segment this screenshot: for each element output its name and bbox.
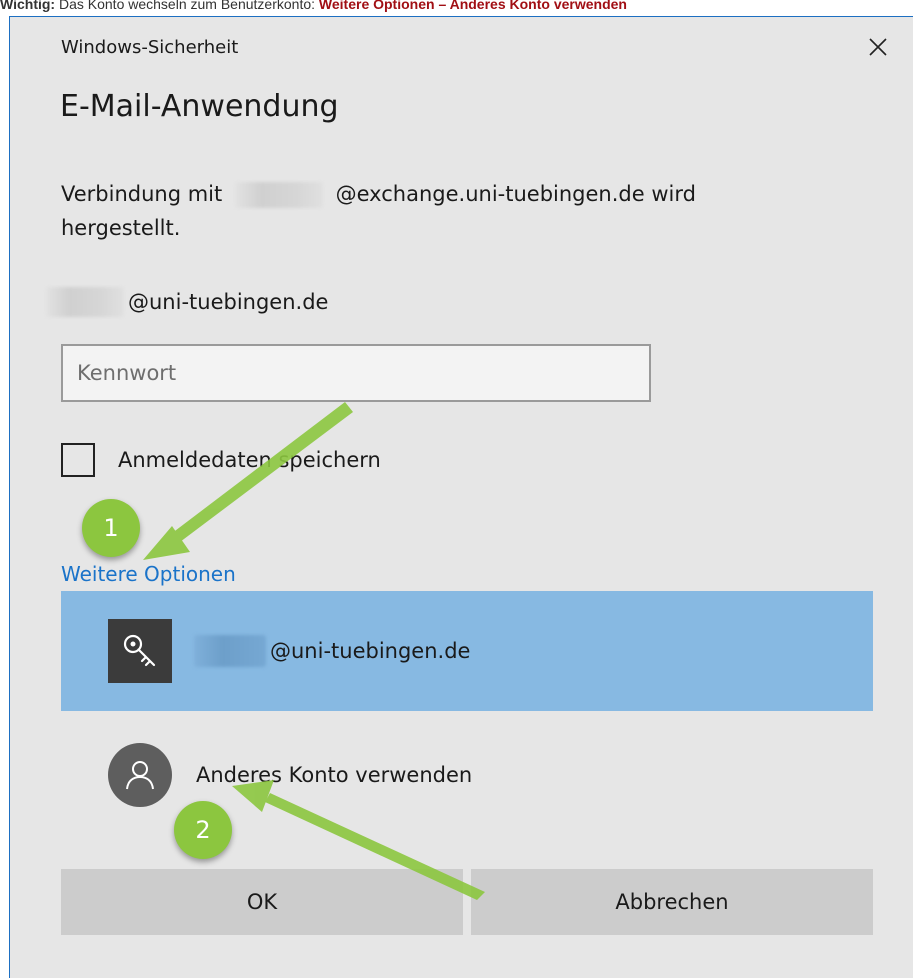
redacted-username xyxy=(46,287,124,317)
key-icon xyxy=(123,634,156,667)
password-field[interactable] xyxy=(61,344,651,402)
key-tile xyxy=(108,619,172,683)
user-account-line: @uni-tuebingen.de xyxy=(46,287,328,317)
dialog-heading: E-Mail-Anwendung xyxy=(60,89,339,124)
remember-label: Anmeldedaten speichern xyxy=(118,448,381,472)
selected-account-item[interactable]: @uni-tuebingen.de xyxy=(61,591,873,711)
redacted-username xyxy=(234,182,323,208)
use-other-account-item[interactable]: Anderes Konto verwenden xyxy=(108,743,472,807)
more-options-link[interactable]: Weitere Optionen xyxy=(61,562,236,586)
connection-description: Verbindung mit @exchange.uni-tuebingen.d… xyxy=(61,177,821,245)
ok-button[interactable]: OK xyxy=(61,869,463,935)
other-account-label: Anderes Konto verwenden xyxy=(196,763,473,787)
person-icon xyxy=(126,761,154,790)
note-text: Das Konto wechseln zum Benutzerkonto: xyxy=(58,0,316,12)
close-button[interactable] xyxy=(858,29,898,65)
remember-credentials-checkbox[interactable]: Anmeldedaten speichern xyxy=(61,443,381,477)
user-domain: @uni-tuebingen.de xyxy=(128,290,329,314)
step-badge-2: 2 xyxy=(174,801,232,859)
desc-before: Verbindung mit xyxy=(61,182,223,206)
selected-account-domain: @uni-tuebingen.de xyxy=(270,639,471,663)
cancel-button[interactable]: Abbrechen xyxy=(471,869,873,935)
redacted-username xyxy=(194,635,266,667)
close-icon xyxy=(869,38,887,56)
window-title: Windows-Sicherheit xyxy=(61,37,239,58)
checkbox-box[interactable] xyxy=(61,443,95,477)
note-path: Weitere Optionen – Anderes Konto verwend… xyxy=(318,0,627,12)
windows-security-dialog: Windows-Sicherheit E-Mail-Anwendung Verb… xyxy=(9,16,913,978)
person-avatar xyxy=(108,743,172,807)
step-badge-1: 1 xyxy=(82,499,140,557)
selected-account-label: @uni-tuebingen.de xyxy=(194,635,470,667)
note-prefix: Wichtig: xyxy=(0,0,56,12)
instruction-note: Wichtig: Das Konto wechseln zum Benutzer… xyxy=(0,0,913,14)
